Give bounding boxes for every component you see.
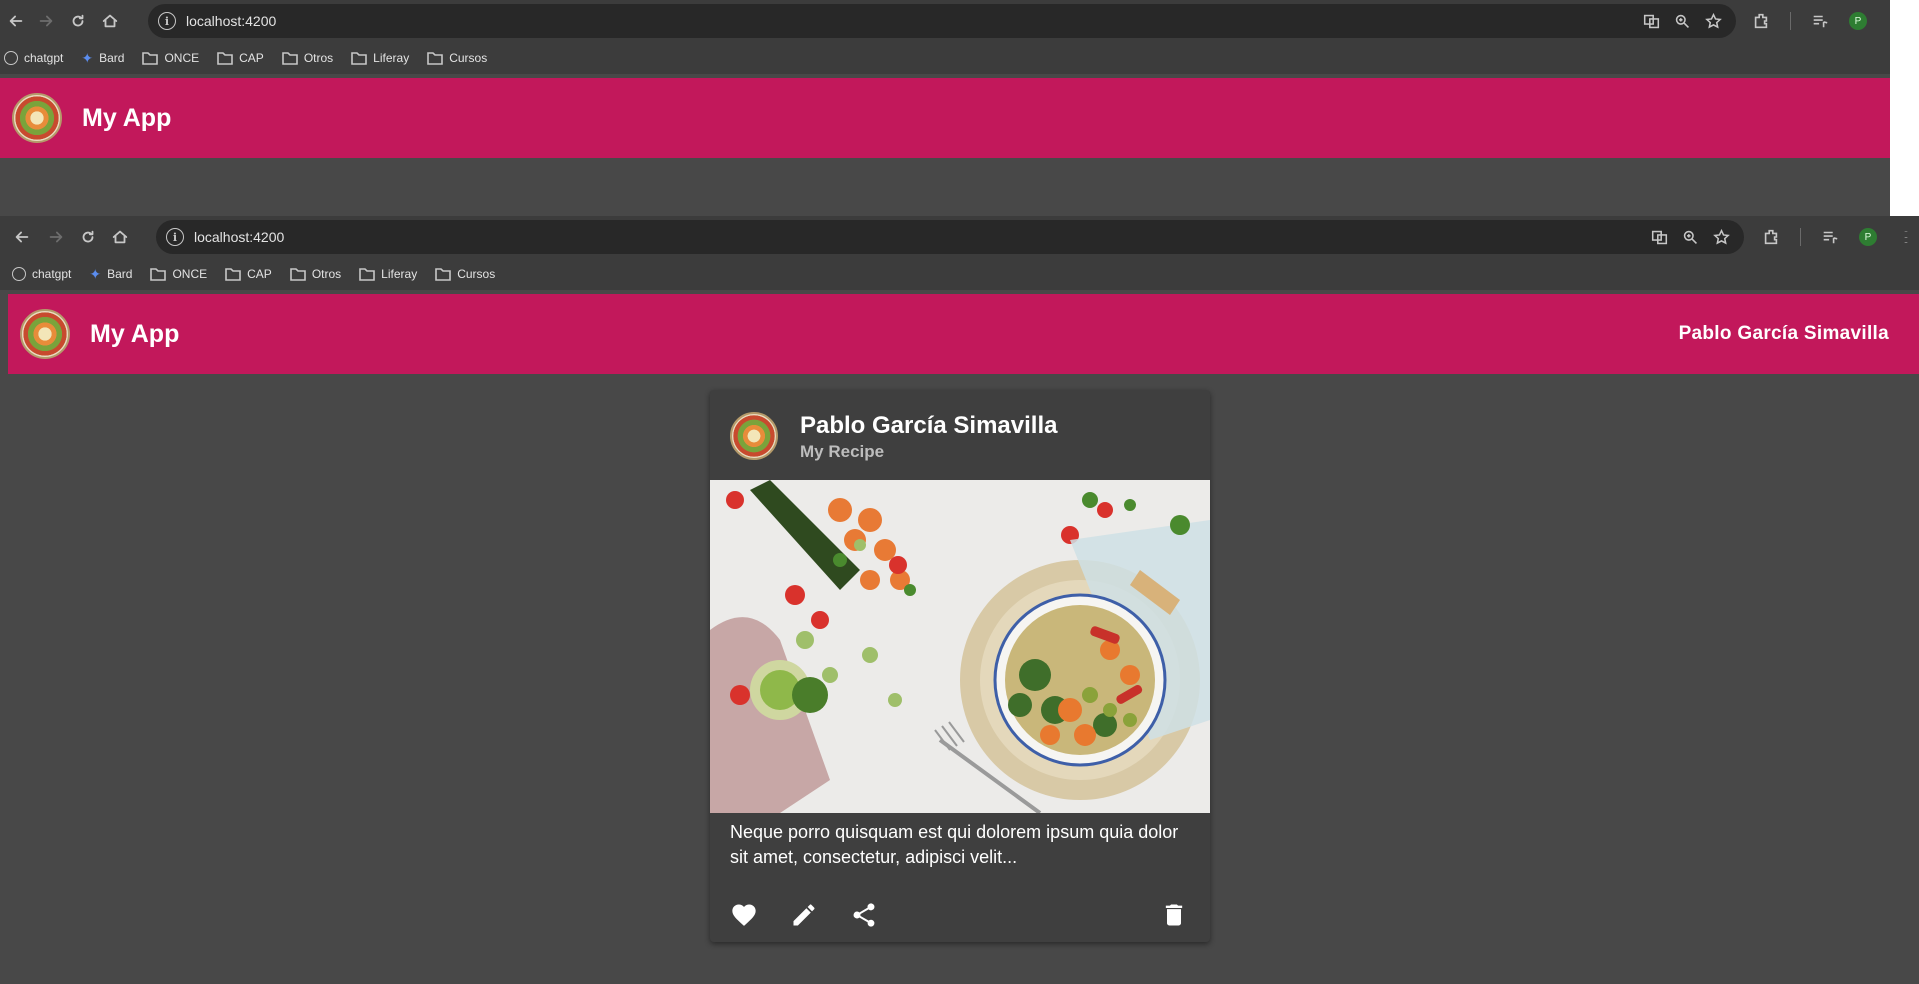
translate-icon[interactable]	[1643, 13, 1660, 30]
toolbar-separator	[1790, 12, 1791, 30]
chatgpt-icon	[4, 51, 18, 65]
folder-icon	[217, 52, 233, 65]
app-logo	[20, 309, 70, 359]
card-title: Pablo García Simavilla	[800, 412, 1058, 439]
bookmark-folder-liferay[interactable]: Liferay	[351, 51, 409, 65]
browser-window-front: i localhost:4200 P chatgpt ✦ Bard ONCE CA…	[0, 216, 1919, 984]
card-description: Neque porro quisquam est qui dolorem ips…	[730, 822, 1179, 867]
favorite-button[interactable]	[728, 899, 760, 931]
bookmarks-bar: chatgpt ✦ Bard ONCE CAP Otros Liferay Cur…	[0, 258, 1919, 290]
app-logo	[12, 93, 62, 143]
browser-toolbar: i localhost:4200 P	[0, 216, 1919, 258]
back-arrow-icon[interactable]	[6, 221, 38, 253]
zoom-icon[interactable]	[1682, 229, 1699, 246]
reload-icon[interactable]	[72, 221, 104, 253]
forward-arrow-icon[interactable]	[30, 5, 62, 37]
share-button[interactable]	[848, 899, 880, 931]
edit-icon	[793, 904, 815, 926]
bookmark-star-icon[interactable]	[1705, 12, 1722, 30]
reading-list-icon[interactable]	[1821, 228, 1839, 246]
folder-icon	[359, 268, 375, 281]
folder-icon	[142, 52, 159, 65]
folder-icon	[427, 52, 444, 65]
home-icon[interactable]	[94, 5, 126, 37]
site-info-icon[interactable]: i	[158, 12, 176, 30]
bookmark-star-icon[interactable]	[1713, 228, 1730, 246]
profile-avatar[interactable]: P	[1859, 228, 1877, 246]
bookmark-folder-cap[interactable]: CAP	[217, 51, 264, 65]
bookmark-folder-liferay[interactable]: Liferay	[359, 267, 417, 281]
bookmark-chatgpt[interactable]: chatgpt	[12, 267, 71, 281]
card-actions	[710, 895, 1210, 935]
bookmark-bard[interactable]: ✦ Bard	[89, 266, 132, 283]
chatgpt-icon	[12, 267, 26, 281]
folder-icon	[351, 52, 367, 65]
bookmark-folder-cap[interactable]: CAP	[225, 267, 272, 281]
address-url: localhost:4200	[186, 13, 277, 29]
extensions-icon[interactable]	[1752, 12, 1770, 30]
edit-button[interactable]	[788, 899, 820, 931]
share-icon	[853, 903, 875, 927]
address-bar[interactable]: i localhost:4200	[156, 220, 1744, 254]
folder-icon	[435, 268, 452, 281]
app-title: My App	[82, 103, 172, 132]
browser-toolbar: i localhost:4200 P	[0, 0, 1890, 42]
app-title: My App	[90, 319, 180, 348]
bookmark-folder-cursos[interactable]: Cursos	[427, 51, 487, 65]
site-info-icon[interactable]: i	[166, 228, 184, 246]
folder-icon	[282, 52, 298, 65]
reading-list-icon[interactable]	[1811, 12, 1829, 30]
recipe-image	[710, 480, 1210, 813]
favorite-icon	[732, 904, 756, 926]
app-toolbar: My App Pablo García Simavilla	[8, 294, 1919, 374]
bookmark-folder-cursos[interactable]: Cursos	[435, 267, 495, 281]
folder-icon	[150, 268, 167, 281]
browser-window-back: i localhost:4200 P chatgpt ✦ Bard ONCE CA…	[0, 0, 1890, 216]
more-menu-icon[interactable]	[1897, 228, 1915, 246]
bookmark-folder-once[interactable]: ONCE	[142, 51, 199, 65]
toolbar-separator	[1800, 228, 1801, 246]
folder-icon	[290, 268, 306, 281]
reload-icon[interactable]	[62, 5, 94, 37]
app-toolbar: My App	[0, 78, 1890, 158]
folder-icon	[225, 268, 241, 281]
address-bar[interactable]: i localhost:4200	[148, 4, 1736, 38]
extensions-icon[interactable]	[1762, 228, 1780, 246]
toolbar-user-name[interactable]: Pablo García Simavilla	[1679, 323, 1889, 345]
card-avatar	[730, 412, 778, 460]
bookmark-folder-otros[interactable]: Otros	[282, 51, 333, 65]
bard-sparkle-icon: ✦	[89, 265, 102, 282]
home-icon[interactable]	[104, 221, 136, 253]
zoom-icon[interactable]	[1674, 13, 1691, 30]
translate-icon[interactable]	[1651, 229, 1668, 246]
address-url: localhost:4200	[194, 229, 285, 245]
bookmarks-bar: chatgpt ✦ Bard ONCE CAP Otros Liferay Cur…	[0, 42, 1890, 74]
delete-button[interactable]	[1158, 899, 1190, 931]
forward-arrow-icon[interactable]	[40, 221, 72, 253]
delete-icon	[1165, 904, 1183, 926]
bookmark-folder-once[interactable]: ONCE	[150, 267, 207, 281]
bookmark-bard[interactable]: ✦ Bard	[81, 50, 124, 67]
bard-sparkle-icon: ✦	[81, 49, 94, 66]
back-arrow-icon[interactable]	[0, 5, 32, 37]
card-subtitle: My Recipe	[800, 442, 885, 461]
recipe-card: Pablo García Simavilla My Recipe Neque p…	[710, 390, 1210, 942]
bookmark-chatgpt[interactable]: chatgpt	[4, 51, 63, 65]
card-header: Pablo García Simavilla My Recipe	[710, 390, 1210, 480]
bookmark-folder-otros[interactable]: Otros	[290, 267, 341, 281]
profile-avatar[interactable]: P	[1849, 12, 1867, 30]
